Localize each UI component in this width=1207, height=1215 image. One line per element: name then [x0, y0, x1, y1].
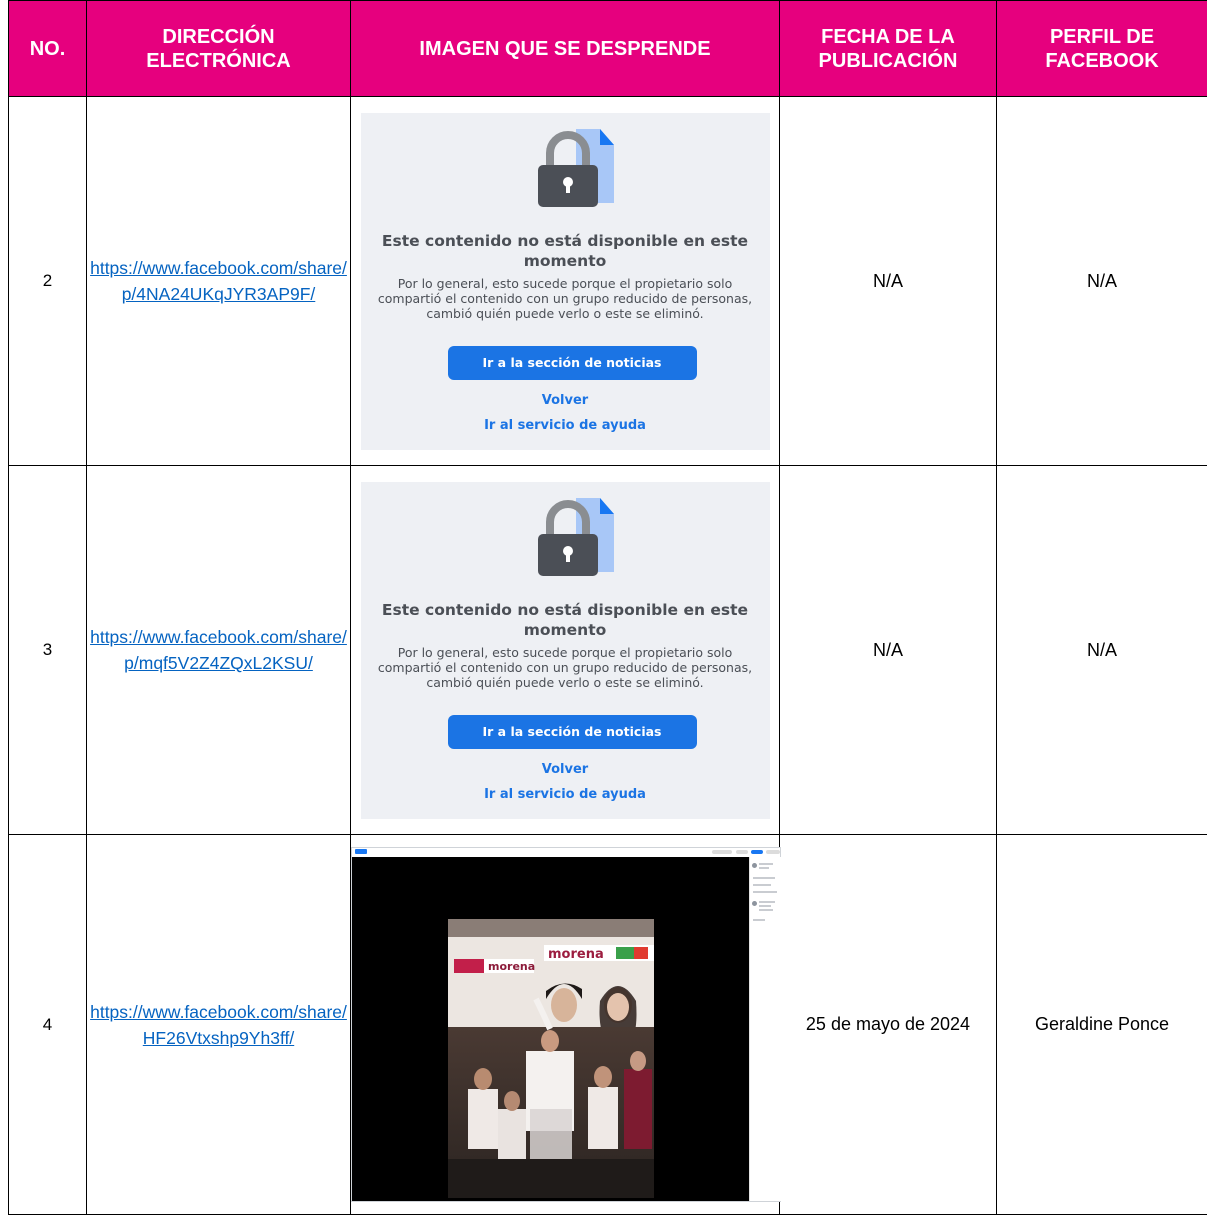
image-cell: Este contenido no está disponible en est… [350, 96, 780, 466]
help-link[interactable]: Ir al servicio de ayuda [361, 787, 770, 802]
url-cell: https://www.facebook.com/share/HF26Vtxsh… [86, 834, 351, 1215]
panel-description: Por lo general, esto sucede porque el pr… [377, 275, 753, 321]
header-date: FECHA DE LA PUBLICACIÓN [779, 0, 997, 97]
news-feed-button[interactable]: Ir a la sección de noticias [447, 714, 697, 749]
header-image: IMAGEN QUE SE DESPRENDE [350, 0, 780, 97]
facebook-logo [355, 849, 367, 854]
panel-title: Este contenido no está disponible en est… [381, 600, 749, 639]
facebook-post-screenshot: morena morena [351, 847, 783, 1202]
profile-cell: N/A [996, 96, 1207, 466]
date-cell: 25 de mayo de 2024 [779, 834, 997, 1215]
row-number: 4 [8, 834, 87, 1215]
image-cell: morena morena [350, 834, 783, 1215]
back-link[interactable]: Volver [361, 762, 770, 777]
evidence-table: NO. DIRECCIÓN ELECTRÓNICA IMAGEN QUE SE … [8, 0, 1207, 1215]
header-profile: PERFIL DE FACEBOOK [996, 0, 1207, 97]
lock-icon [537, 128, 614, 207]
back-link[interactable]: Volver [361, 393, 770, 408]
header-address: DIRECCIÓN ELECTRÓNICA [86, 0, 351, 97]
help-link[interactable]: Ir al servicio de ayuda [361, 418, 770, 433]
svg-text:morena: morena [548, 947, 604, 962]
table-row: 3 https://www.facebook.com/share/p/mqf5V… [8, 465, 1207, 835]
lock-icon [537, 497, 614, 576]
row-number: 2 [8, 96, 87, 466]
content-unavailable-panel: Este contenido no está disponible en est… [360, 481, 770, 819]
url-link[interactable]: https://www.facebook.com/share/p/4NA24UK… [90, 258, 347, 304]
profile-cell: Geraldine Ponce [996, 834, 1207, 1215]
profile-cell: N/A [996, 465, 1207, 835]
date-cell: N/A [779, 465, 997, 835]
header-no: NO. [8, 0, 87, 97]
date-cell: N/A [779, 96, 997, 466]
table-row: 4 https://www.facebook.com/share/HF26Vtx… [8, 834, 1207, 1215]
url-cell: https://www.facebook.com/share/p/mqf5V2Z… [86, 465, 351, 835]
row-number: 3 [8, 465, 87, 835]
header-row: NO. DIRECCIÓN ELECTRÓNICA IMAGEN QUE SE … [8, 0, 1207, 97]
url-cell: https://www.facebook.com/share/p/4NA24UK… [86, 96, 351, 466]
image-cell: Este contenido no está disponible en est… [350, 465, 780, 835]
comments-sidebar [749, 857, 783, 1201]
svg-text:morena: morena [488, 960, 535, 973]
content-unavailable-panel: Este contenido no está disponible en est… [360, 112, 770, 450]
news-feed-button[interactable]: Ir a la sección de noticias [447, 345, 697, 380]
panel-description: Por lo general, esto sucede porque el pr… [377, 644, 753, 690]
panel-title: Este contenido no está disponible en est… [381, 231, 749, 270]
url-link[interactable]: https://www.facebook.com/share/p/mqf5V2Z… [90, 627, 347, 673]
rally-photo: morena morena [448, 919, 654, 1198]
photo-viewer: morena morena [352, 857, 749, 1201]
url-link[interactable]: https://www.facebook.com/share/HF26Vtxsh… [90, 1002, 347, 1048]
table-row: 2 https://www.facebook.com/share/p/4NA24… [8, 96, 1207, 466]
